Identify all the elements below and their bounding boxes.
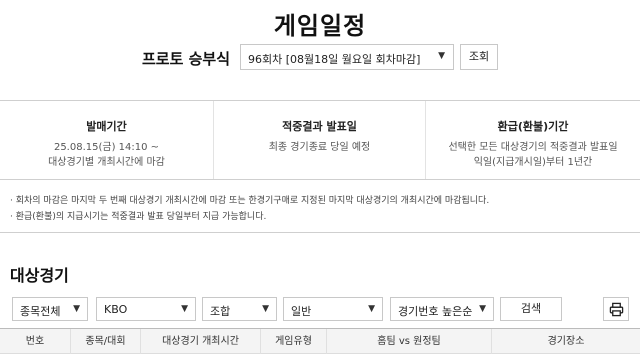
dropdown-arrow-icon: ▼ [479, 304, 486, 314]
round-select[interactable]: 96회차 [08월18일 월요일 회차마감] ▼ [240, 44, 454, 70]
column-header-sport-league: 종목/대회 [70, 329, 140, 354]
refund-period-title: 환급(환불)기간 [497, 120, 569, 133]
refund-period-info: 환급(환불)기간 선택한 모든 대상경기의 적중결과 발표일 익일(지급개시일)… [426, 101, 640, 179]
dropdown-arrow-icon: ▼ [262, 304, 269, 314]
target-games-title: 대상경기 [10, 266, 69, 285]
sale-period-title: 발매기간 [86, 120, 127, 133]
round-selector-row: 프로토 승부식 96회차 [08월18일 월요일 회차마감] ▼ 조회 [0, 44, 640, 70]
refund-period-line: 익일(지급개시일)부터 1년간 [473, 157, 593, 168]
notice-close-rule: · 회차의 마감은 마지막 두 번째 대상경기 개최시간에 마감 또는 한경기구… [10, 196, 490, 206]
game-type-filter-value: 조합 [210, 305, 231, 318]
column-header-number: 번호 [25, 336, 45, 347]
round-label: 프로토 승부식 [142, 50, 231, 68]
dropdown-arrow-icon: ▼ [368, 304, 375, 314]
notice-refund-rule: · 환급(환불)의 지급시기는 적중결과 발표 당일부터 지급 가능합니다. [10, 212, 267, 222]
dropdown-arrow-icon: ▼ [438, 51, 445, 61]
sale-period-info: 발매기간 25.08.15(금) 14:10 ~ 대상경기별 개최시간에 마감 [0, 101, 213, 179]
result-date-info: 적중결과 발표일 최종 경기종료 당일 예정 [213, 101, 426, 179]
game-kind-filter-value: 일반 [291, 305, 312, 318]
sort-order-select[interactable]: 경기번호 높은순 ▼ [390, 297, 494, 321]
page-title: 게임일정 [273, 12, 367, 40]
print-button[interactable] [603, 297, 629, 321]
sale-period-line: 25.08.15(금) 14:10 ~ [53, 142, 160, 153]
column-header-teams: 홈팀 vs 원정팀 [326, 329, 491, 354]
dropdown-arrow-icon: ▼ [181, 304, 188, 314]
league-filter-value: KBO [104, 303, 128, 316]
sort-order-value: 경기번호 높은순 [398, 305, 473, 318]
section-divider [0, 232, 640, 233]
sport-filter-select[interactable]: 종목전체 ▼ [12, 297, 88, 321]
dropdown-arrow-icon: ▼ [73, 304, 80, 314]
league-filter-select[interactable]: KBO ▼ [96, 297, 196, 321]
sport-filter-value: 종목전체 [20, 305, 61, 318]
column-header-game-type: 게임유형 [260, 329, 326, 354]
printer-icon [609, 302, 624, 317]
column-header-game-time: 대상경기 개최시간 [140, 329, 260, 354]
result-date-title: 적중결과 발표일 [282, 120, 357, 133]
info-box: 발매기간 25.08.15(금) 14:10 ~ 대상경기별 개최시간에 마감 … [0, 100, 640, 180]
game-type-filter-select[interactable]: 조합 ▼ [202, 297, 277, 321]
game-kind-filter-select[interactable]: 일반 ▼ [283, 297, 383, 321]
refund-period-line: 선택한 모든 대상경기의 적중결과 발표일 [448, 142, 618, 153]
filter-search-button[interactable]: 검색 [500, 297, 562, 321]
column-header-venue: 경기장소 [491, 329, 640, 354]
round-search-button[interactable]: 조회 [460, 44, 498, 70]
sale-period-line: 대상경기별 개최시간에 마감 [48, 157, 165, 168]
round-select-value: 96회차 [08월18일 월요일 회차마감] [248, 53, 421, 66]
games-table-header: 번호 종목/대회 대상경기 개최시간 게임유형 홈팀 vs 원정팀 경기장소 [0, 328, 640, 354]
result-date-line: 최종 경기종료 당일 예정 [268, 142, 371, 153]
